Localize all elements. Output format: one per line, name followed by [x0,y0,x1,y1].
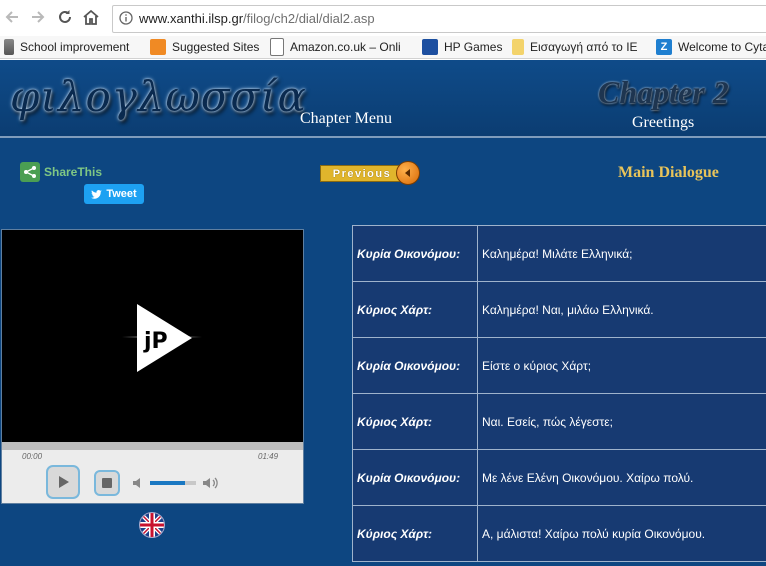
bookmark-hp-games[interactable]: HP Games [422,38,502,56]
chapter-subtitle: Greetings [632,114,695,131]
current-time: 00:00 [22,452,43,461]
chapter-menu-link[interactable]: Chapter Menu [300,110,392,128]
speaker-name: Κυρία Οικονόμου: [352,337,478,394]
bookmark-school-improvement[interactable]: School improvement [4,38,129,56]
video-screen[interactable]: jP [2,230,303,442]
forward-arrow-icon[interactable] [26,6,48,28]
speaker-name: Κύριος Χάρτ: [352,393,478,450]
dialogue-row: Κύριος Χάρτ: Ναι. Εσείς, πώς λέγεστε; [352,393,766,450]
page-content: φιλογλωσσία Chapter Menu Chapter 2 Greet… [0,60,766,566]
dialogue-table: Κυρία Οικονόμου: Καλημέρα! Μιλάτε Ελληνι… [352,225,766,562]
dialogue-line[interactable]: Καλημέρα! Μιλάτε Ελληνικά; [477,225,766,282]
video-player: jP 00:00 01:49 [1,229,304,504]
dialogue-row: Κύριος Χάρτ: Καλημέρα! Ναι, μιλάω Ελληνι… [352,281,766,338]
uk-flag-icon[interactable] [139,512,165,538]
site-header: φιλογλωσσία Chapter Menu Chapter 2 Greet… [0,60,766,136]
page-icon [270,38,284,56]
play-button[interactable] [46,465,80,499]
jp-play-logo-icon[interactable]: jP [122,298,202,378]
duration-time: 01:49 [258,452,279,461]
chapter-title: Chapter 2 [598,74,729,110]
address-bar[interactable]: www.xanthi.ilsp.gr/filog/ch2/dial/dial2.… [112,5,766,33]
section-title: Main Dialogue [618,164,719,181]
home-icon[interactable] [80,6,102,28]
bookmark-amazon[interactable]: Amazon.co.uk – Onli [270,38,401,56]
url-text: www.xanthi.ilsp.gr/filog/ch2/dial/dial2.… [139,11,375,26]
share-icon [20,162,40,182]
speaker-name: Κυρία Οικονόμου: [352,449,478,506]
svg-text:jP: jP [143,329,168,354]
info-icon[interactable] [119,11,133,30]
speaker-name: Κυρία Οικονόμου: [352,225,478,282]
sharethis-button[interactable]: ShareThis [20,162,102,182]
dialogue-line[interactable]: Είστε ο κύριος Χάρτ; [477,337,766,394]
back-arrow-icon[interactable] [2,6,24,28]
dialogue-row: Κύριος Χάρτ: Α, μάλιστα! Χαίρω πολύ κυρί… [352,505,766,562]
suggested-sites-icon [150,39,166,55]
play-icon [59,476,69,488]
player-controls: 00:00 01:49 [2,450,303,503]
twitter-bird-icon [91,189,103,199]
dialogue-line[interactable]: Α, μάλιστα! Χαίρω πολύ κυρία Οικονόμου. [477,505,766,562]
site-logo[interactable]: φιλογλωσσία [10,72,307,121]
dialogue-line[interactable]: Με λένε Ελένη Οικονόμου. Χαίρω πολύ. [477,449,766,506]
dialogue-line[interactable]: Καλημέρα! Ναι, μιλάω Ελληνικά. [477,281,766,338]
speaker-name: Κύριος Χάρτ: [352,505,478,562]
document-icon [4,39,14,55]
progress-bar[interactable] [2,442,303,450]
volume-max-icon[interactable] [202,476,220,495]
hp-icon [422,39,438,55]
bookmark-cyta[interactable]: Z Welcome to Cyta [656,38,766,56]
volume-slider[interactable] [150,481,196,485]
dialogue-row: Κυρία Οικονόμου: Με λένε Ελένη Οικονόμου… [352,449,766,506]
bookmark-ie-import[interactable]: Εισαγωγή από το IE [512,38,638,56]
bookmark-suggested-sites[interactable]: Suggested Sites [150,38,259,56]
left-arrow-icon [396,161,420,185]
dialogue-line[interactable]: Ναι. Εσείς, πώς λέγεστε; [477,393,766,450]
tweet-button[interactable]: Tweet [84,184,144,204]
stop-button[interactable] [94,470,120,496]
previous-button[interactable]: Previous [320,161,420,185]
stop-icon [102,478,112,488]
speaker-name: Κύριος Χάρτ: [352,281,478,338]
dialogue-row: Κυρία Οικονόμου: Καλημέρα! Μιλάτε Ελληνι… [352,225,766,282]
bookmarks-bar: School improvement Suggested Sites Amazo… [0,36,766,59]
dialogue-row: Κυρία Οικονόμου: Είστε ο κύριος Χάρτ; [352,337,766,394]
folder-icon [512,39,524,55]
mute-icon[interactable] [132,476,146,495]
browser-toolbar: www.xanthi.ilsp.gr/filog/ch2/dial/dial2.… [0,0,766,37]
z-icon: Z [656,39,672,55]
header-divider [0,136,766,138]
reload-icon[interactable] [54,6,76,28]
